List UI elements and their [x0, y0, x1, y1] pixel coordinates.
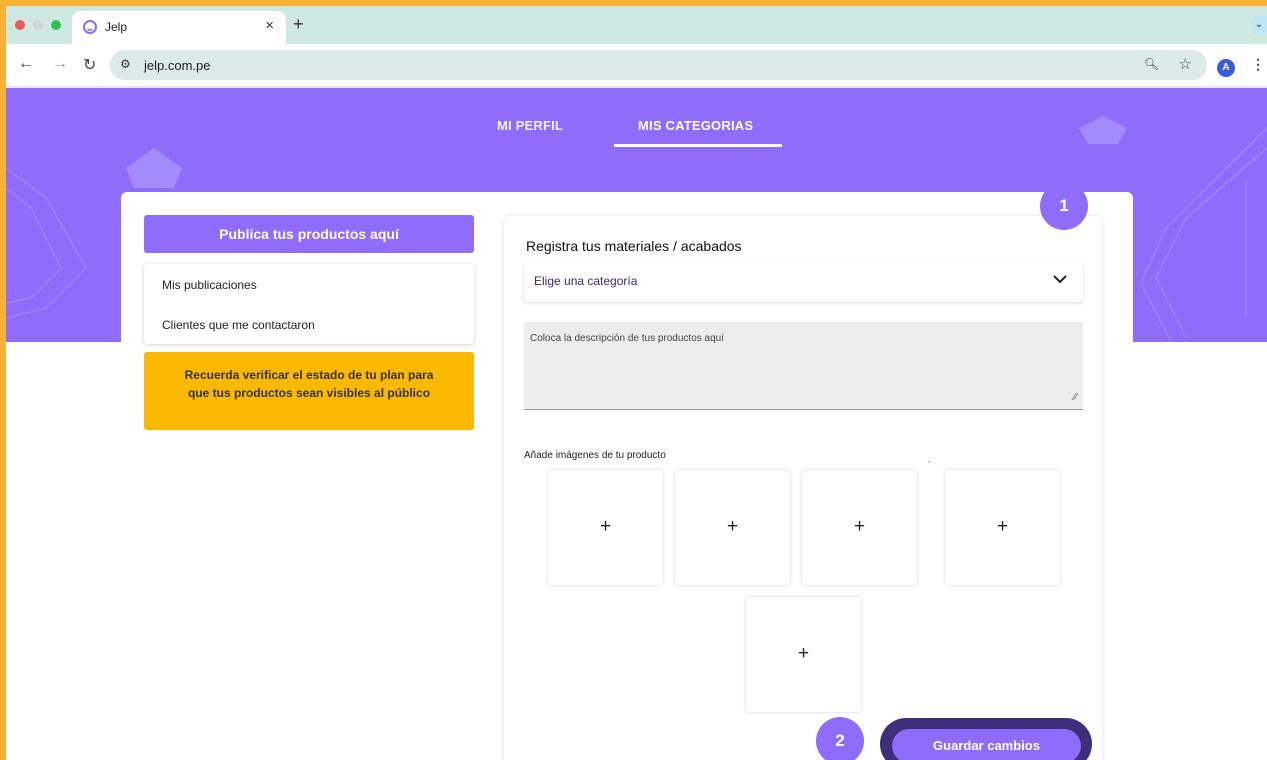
browser-toolbar: ← → ↻ ⚙ jelp.com.pe 🔍︎ ☆ A ⋮ — [6, 44, 1267, 86]
sidebar-menu: Mis publicaciones Clientes que me contac… — [144, 264, 474, 344]
tab-title: Jelp — [105, 20, 128, 34]
sidebar-item-mis-publicaciones[interactable]: Mis publicaciones — [162, 278, 257, 292]
sidebar-item-clientes[interactable]: Clientes que me contactaron — [162, 318, 315, 332]
tab-mi-perfil[interactable]: MI PERFIL — [497, 118, 563, 133]
stray-mark: ` — [928, 460, 931, 470]
maximize-window-button[interactable] — [51, 20, 61, 30]
new-tab-button[interactable]: + — [293, 14, 304, 35]
profile-avatar[interactable]: A — [1217, 59, 1235, 77]
bookmark-star-icon[interactable]: ☆ — [1179, 55, 1192, 73]
step-badge-1: 1 — [1040, 182, 1088, 230]
plan-notice: Recuerda verificar el estado de tu plan … — [144, 352, 474, 430]
forward-arrow-icon[interactable]: → — [52, 55, 68, 73]
category-select[interactable]: Elige una categoría — [524, 260, 1083, 302]
minimize-window-button[interactable] — [33, 20, 43, 30]
reload-icon[interactable]: ↻ — [83, 55, 96, 75]
jelp-favicon-icon — [83, 20, 97, 34]
add-image-slot[interactable]: + — [802, 470, 917, 585]
tab-search-chevron-icon[interactable]: ⌄ — [1251, 16, 1267, 34]
add-image-slot[interactable]: + — [746, 597, 861, 712]
images-label: Añade imágenes de tu producto — [524, 450, 666, 461]
add-image-slot[interactable]: + — [945, 470, 1060, 585]
add-image-slot[interactable]: + — [675, 470, 790, 585]
resize-handle-icon[interactable]: ⁄⁄ — [1074, 392, 1077, 403]
description-placeholder: Coloca la descripción de tus productos a… — [530, 333, 725, 344]
browser-tab[interactable]: Jelp × — [72, 11, 286, 44]
step-badge-2: 2 — [816, 717, 864, 760]
site-settings-icon[interactable]: ⚙ — [120, 57, 131, 71]
page-content: MI PERFIL MIS CATEGORIAS Publica tus pro… — [6, 88, 1267, 760]
tab-close-icon[interactable]: × — [265, 17, 274, 34]
back-arrow-icon[interactable]: ← — [18, 55, 34, 73]
zoom-icon[interactable]: 🔍︎ — [1144, 57, 1159, 71]
chevron-down-icon — [1053, 275, 1067, 284]
add-image-slot[interactable]: + — [548, 470, 663, 585]
tab-strip: Jelp × + ⌄ — [6, 6, 1267, 44]
description-textarea[interactable]: Coloca la descripción de tus productos a… — [524, 322, 1083, 410]
save-changes-button[interactable]: Guardar cambios — [892, 729, 1081, 760]
category-select-value: Elige una categoría — [534, 274, 638, 288]
browser-window: Jelp × + ⌄ ← → ↻ ⚙ jelp.com.pe 🔍︎ ☆ A ⋮ — [6, 6, 1267, 760]
close-window-button[interactable] — [15, 20, 25, 30]
tab-mis-categorias[interactable]: MIS CATEGORIAS — [638, 118, 753, 133]
active-tab-underline — [614, 144, 782, 147]
publish-products-button[interactable]: Publica tus productos aquí — [144, 215, 474, 253]
address-bar[interactable]: ⚙ jelp.com.pe 🔍︎ ☆ — [110, 50, 1207, 80]
form-title: Registra tus materiales / acabados — [526, 238, 742, 254]
url-text[interactable]: jelp.com.pe — [144, 58, 210, 73]
kebab-menu-icon[interactable]: ⋮ — [1251, 56, 1265, 73]
